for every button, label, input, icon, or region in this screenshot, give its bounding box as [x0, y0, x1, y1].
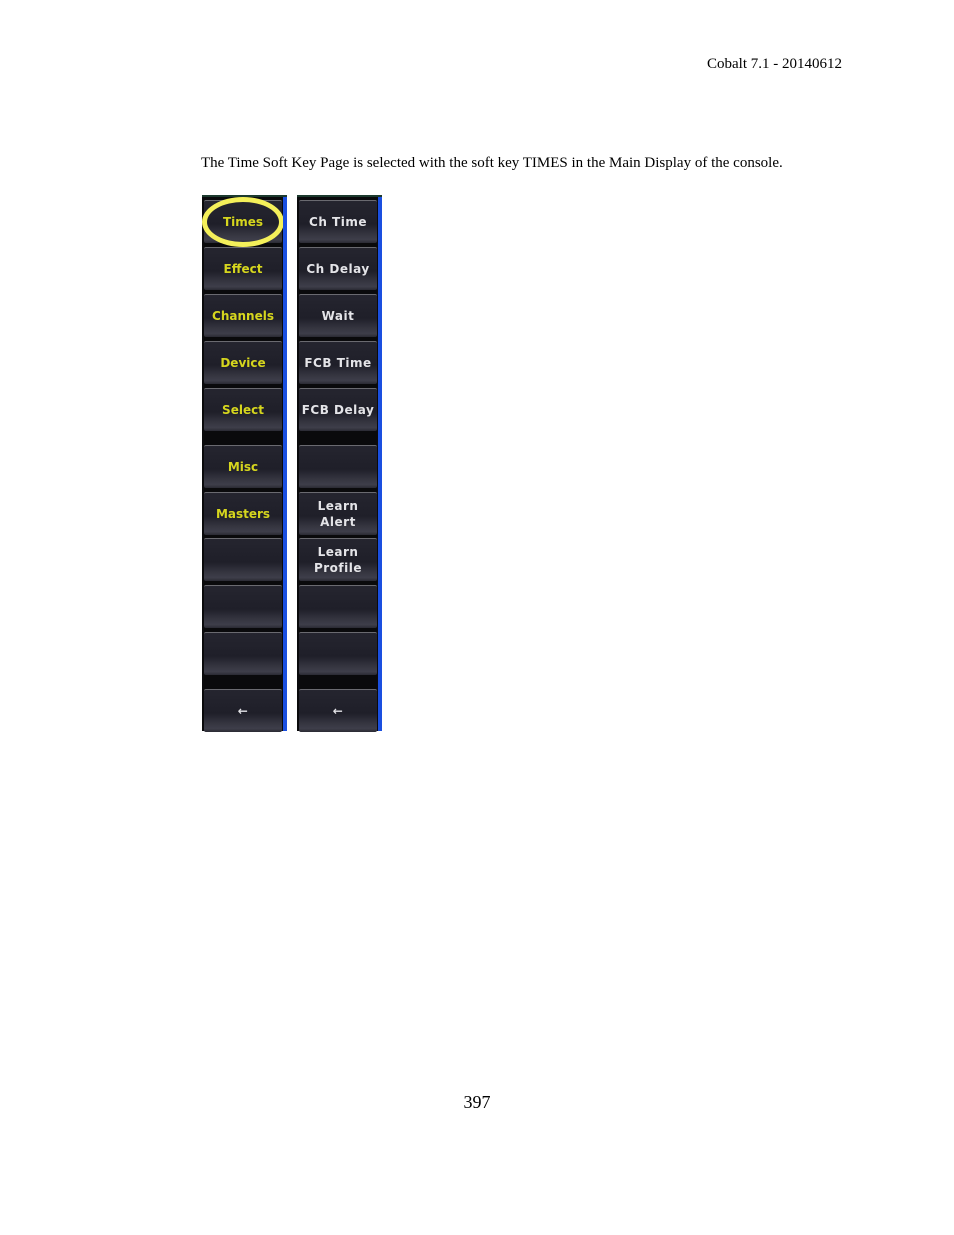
softkey-label: Select: [222, 403, 264, 417]
softkey-empty[interactable]: [299, 445, 377, 488]
softkey-times[interactable]: Times: [204, 200, 282, 243]
softkey-label: Ch Time: [309, 215, 367, 229]
softkey-device[interactable]: Device: [204, 341, 282, 384]
softkey-label: Channels: [212, 309, 274, 323]
softkey-label: Effect: [223, 262, 263, 276]
softkey-ch-time[interactable]: Ch Time: [299, 200, 377, 243]
softkey-label: FCB Time: [304, 356, 372, 370]
softkey-fcb-delay[interactable]: FCB Delay: [299, 388, 377, 431]
softkey-label: Ch Delay: [306, 262, 370, 276]
softkey-label: Learn Alert: [317, 499, 359, 529]
softkey-empty[interactable]: [204, 585, 282, 628]
softkey-back[interactable]: ←: [204, 689, 282, 732]
softkey-back[interactable]: ←: [299, 689, 377, 732]
softkey-empty[interactable]: [299, 632, 377, 675]
softkey-fcb-time[interactable]: FCB Time: [299, 341, 377, 384]
softkey-label: FCB Delay: [301, 403, 375, 417]
softkey-learn-alert[interactable]: Learn Alert: [299, 492, 377, 535]
softkey-learn-profile[interactable]: Learn Profile: [299, 538, 377, 581]
softkey-misc[interactable]: Misc: [204, 445, 282, 488]
softkey-wait[interactable]: Wait: [299, 294, 377, 337]
page-number: 397: [463, 1092, 491, 1112]
softkey-empty[interactable]: [204, 632, 282, 675]
softkey-label: Times: [222, 215, 264, 229]
softkey-label: Learn Profile: [313, 545, 363, 575]
softkey-ch-delay[interactable]: Ch Delay: [299, 247, 377, 290]
back-arrow-icon: ←: [332, 704, 344, 718]
softkey-effect[interactable]: Effect: [204, 247, 282, 290]
intro-paragraph: The Time Soft Key Page is selected with …: [201, 155, 783, 171]
softkey-label: Masters: [215, 507, 271, 521]
back-arrow-icon: ←: [237, 704, 249, 718]
softkey-column-right: Ch Time Ch Delay Wait FCB Time FCB Delay…: [297, 195, 382, 732]
softkey-select[interactable]: Select: [204, 388, 282, 431]
softkey-empty[interactable]: [299, 585, 377, 628]
softkey-label: Wait: [321, 309, 355, 323]
softkey-label: Misc: [227, 460, 259, 474]
softkey-channels[interactable]: Channels: [204, 294, 282, 337]
softkey-column-left: Times Effect Channels Device Select Misc…: [202, 195, 287, 732]
header-reference: Cobalt 7.1 - 20140612: [707, 56, 842, 72]
softkey-masters[interactable]: Masters: [204, 492, 282, 535]
softkey-label: Device: [220, 356, 266, 370]
softkey-empty[interactable]: [204, 538, 282, 581]
